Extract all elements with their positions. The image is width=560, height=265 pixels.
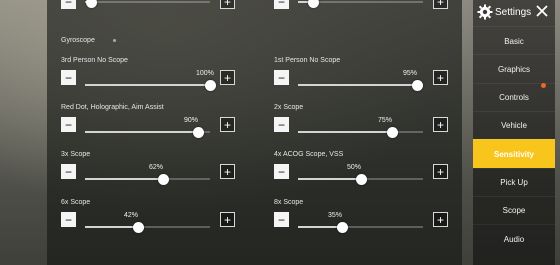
slider-label: 6x Scope bbox=[61, 199, 91, 206]
sensitivity-slider[interactable] bbox=[85, 221, 210, 233]
sensitivity-slider[interactable] bbox=[298, 79, 423, 91]
decrease-button[interactable]: − bbox=[274, 70, 289, 85]
increase-button[interactable]: + bbox=[220, 164, 235, 179]
top-right-slider[interactable] bbox=[298, 0, 423, 8]
decrease-button[interactable]: − bbox=[274, 164, 289, 179]
decrease-button[interactable]: − bbox=[61, 164, 76, 179]
slider-knob[interactable] bbox=[386, 126, 398, 138]
slider-knob[interactable] bbox=[192, 126, 204, 138]
top-right-minus-button[interactable]: − bbox=[274, 0, 289, 9]
sensitivity-slider[interactable] bbox=[298, 221, 423, 233]
increase-button[interactable]: + bbox=[433, 70, 448, 85]
decrease-button[interactable]: − bbox=[61, 212, 76, 227]
slider-value: 100% bbox=[196, 70, 214, 77]
increase-button[interactable]: + bbox=[220, 117, 235, 132]
sidebar-item-audio[interactable]: Audio bbox=[473, 224, 555, 253]
slider-knob[interactable] bbox=[157, 173, 169, 185]
slider-fill bbox=[85, 226, 138, 228]
slider-label: 3rd Person No Scope bbox=[61, 57, 128, 64]
slider-knob[interactable] bbox=[411, 79, 423, 91]
increase-button[interactable]: + bbox=[220, 212, 235, 227]
sidebar-item-sensitivity[interactable]: Sensitivity bbox=[473, 139, 555, 169]
slider-fill bbox=[298, 226, 342, 228]
slider-label: 1st Person No Scope bbox=[274, 57, 341, 64]
info-icon bbox=[113, 39, 116, 42]
sensitivity-slider[interactable] bbox=[85, 79, 216, 91]
sidebar-item-pick-up[interactable]: Pick Up bbox=[473, 167, 555, 197]
sensitivity-slider[interactable] bbox=[85, 173, 210, 185]
slider-label: 8x Scope bbox=[274, 199, 304, 206]
slider-knob[interactable] bbox=[85, 0, 97, 8]
slider-label: 3x Scope bbox=[61, 151, 91, 158]
slider-fill bbox=[298, 131, 392, 133]
top-right-plus-button[interactable]: + bbox=[433, 0, 448, 9]
top-left-minus-button[interactable]: − bbox=[61, 0, 76, 9]
slider-label: 2x Scope bbox=[274, 104, 304, 111]
increase-button[interactable]: + bbox=[433, 164, 448, 179]
slider-value: 62% bbox=[149, 164, 164, 171]
slider-value: 75% bbox=[378, 117, 393, 124]
slider-value: 90% bbox=[184, 117, 199, 124]
slider-fill bbox=[85, 84, 210, 86]
slider-value: 95% bbox=[403, 70, 418, 77]
sensitivity-slider[interactable] bbox=[298, 126, 423, 138]
slider-label: 4x ACOG Scope, VSS bbox=[274, 151, 344, 158]
sidebar-item-graphics[interactable]: Graphics bbox=[473, 54, 555, 83]
decrease-button[interactable]: − bbox=[274, 117, 289, 132]
slider-knob[interactable] bbox=[307, 0, 319, 8]
sensitivity-slider[interactable] bbox=[298, 173, 423, 185]
slider-fill bbox=[85, 178, 163, 180]
top-left-plus-button[interactable]: + bbox=[220, 0, 235, 9]
slider-knob[interactable] bbox=[355, 173, 367, 185]
slider-value: 50% bbox=[347, 164, 362, 171]
settings-panel: − + − + Gyroscope 3rd Person No Scope − 10… bbox=[47, 0, 462, 265]
top-left-slider[interactable] bbox=[85, 0, 210, 8]
slider-value: 42% bbox=[124, 212, 139, 219]
slider-value: 35% bbox=[328, 212, 343, 219]
decrease-button[interactable]: − bbox=[274, 212, 289, 227]
decrease-button[interactable]: − bbox=[61, 70, 76, 85]
section-title: Gyroscope bbox=[61, 37, 95, 44]
settings-sidebar: Settings Basic Graphics Controls Vehicle Sen… bbox=[473, 0, 555, 265]
gear-icon bbox=[477, 4, 493, 20]
slider-fill bbox=[298, 178, 361, 180]
decrease-button[interactable]: − bbox=[61, 117, 76, 132]
settings-title: Settings bbox=[495, 7, 532, 18]
top-slider-strip: − + − + bbox=[47, 0, 462, 14]
close-icon[interactable] bbox=[534, 3, 550, 19]
slider-fill bbox=[85, 131, 198, 133]
increase-button[interactable]: + bbox=[433, 117, 448, 132]
slider-label: Red Dot, Holographic, Aim Assist bbox=[61, 104, 164, 111]
sidebar-item-scope[interactable]: Scope bbox=[473, 195, 555, 225]
sidebar-item-vehicle[interactable]: Vehicle bbox=[473, 110, 555, 140]
increase-button[interactable]: + bbox=[433, 212, 448, 227]
sensitivity-slider[interactable] bbox=[85, 126, 210, 138]
increase-button[interactable]: + bbox=[220, 70, 235, 85]
sidebar-header: Settings bbox=[473, 0, 555, 26]
slider-knob[interactable] bbox=[204, 79, 216, 91]
slider-fill bbox=[298, 84, 417, 86]
notification-dot bbox=[541, 83, 546, 88]
sidebar-item-basic[interactable]: Basic bbox=[473, 26, 555, 55]
slider-knob[interactable] bbox=[336, 221, 348, 233]
slider-knob[interactable] bbox=[132, 221, 144, 233]
